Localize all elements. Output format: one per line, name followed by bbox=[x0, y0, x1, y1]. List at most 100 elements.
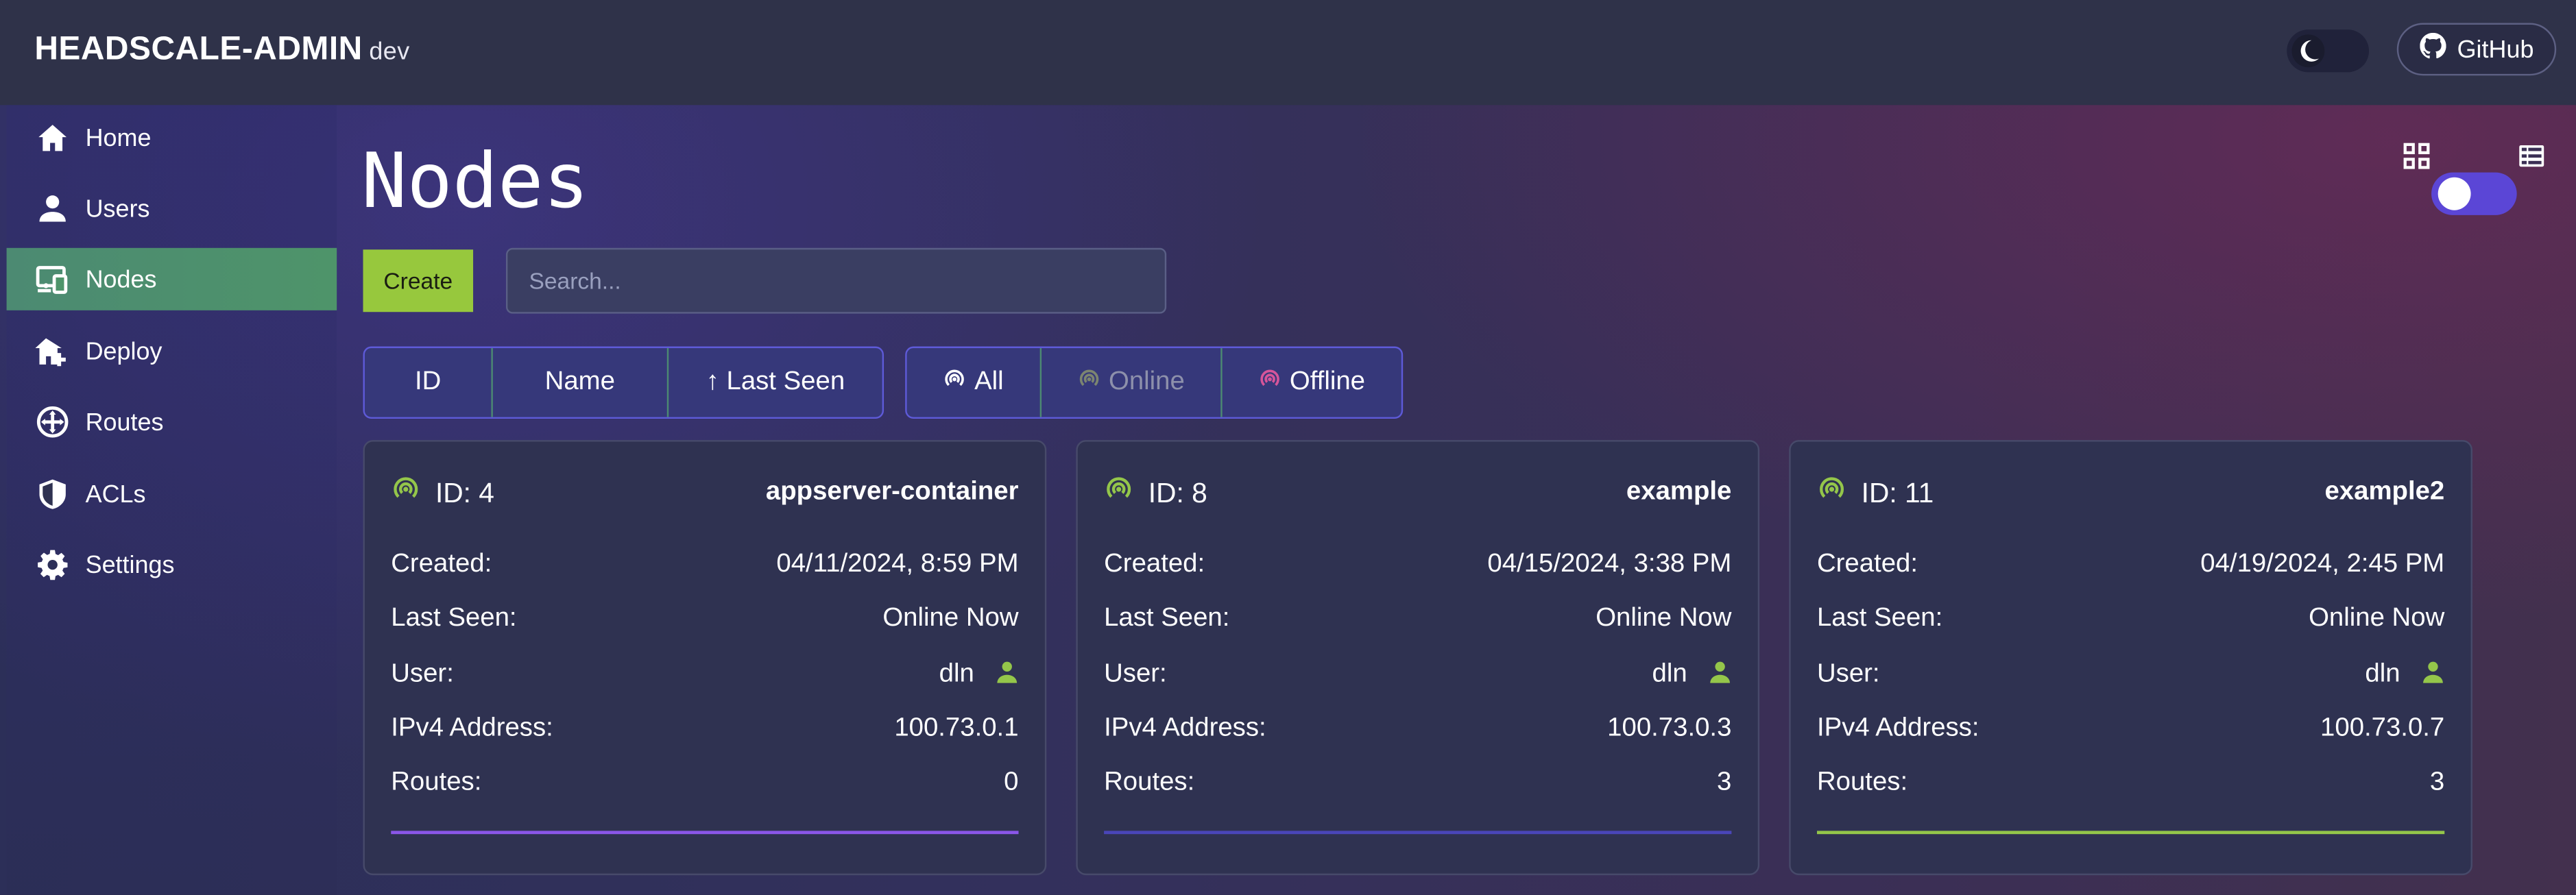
grid-view-icon[interactable] bbox=[2402, 141, 2431, 179]
ipv4-value: 100.73.0.1 bbox=[894, 714, 1019, 742]
user-icon bbox=[996, 659, 1019, 691]
user-icon bbox=[1709, 659, 1732, 691]
sidebar-item-label: Settings bbox=[85, 550, 175, 579]
row-key: User: bbox=[391, 660, 454, 688]
row-key: IPv4 Address: bbox=[1104, 714, 1266, 742]
sidebar-item-users[interactable]: Users bbox=[7, 177, 337, 240]
view-mode-toggle[interactable] bbox=[2431, 172, 2517, 215]
row-key: Last Seen: bbox=[1104, 604, 1230, 633]
broadcast-icon bbox=[943, 367, 967, 399]
row-key: Routes: bbox=[1816, 768, 1908, 797]
deploy-icon bbox=[34, 333, 71, 369]
sidebar-item-label: Deploy bbox=[85, 337, 162, 366]
row-key: Last Seen: bbox=[1816, 604, 1943, 633]
node-card[interactable]: ID: 11 example2 Created: 04/19/2024, 2:45… bbox=[1789, 440, 2472, 876]
row-key: Routes: bbox=[391, 768, 482, 797]
ipv4-row: IPv4 Address: 100.73.0.7 bbox=[1817, 711, 2444, 747]
github-button[interactable]: GitHub bbox=[2396, 23, 2557, 76]
user-value: dln bbox=[939, 659, 1019, 691]
filter-online-button[interactable]: Online bbox=[1042, 347, 1223, 417]
user-value: dln bbox=[1652, 659, 1732, 691]
last-seen-value: Online Now bbox=[2309, 604, 2445, 633]
node-card[interactable]: ID: 4 appserver-container Created: 04/11/… bbox=[363, 440, 1047, 876]
search-input[interactable]: Search... bbox=[505, 247, 1167, 314]
filter-all-button[interactable]: All bbox=[907, 347, 1042, 417]
sidebar-item-label: Users bbox=[85, 194, 150, 223]
sidebar-item-label: ACLs bbox=[85, 480, 146, 508]
row-key: Created: bbox=[1104, 550, 1205, 578]
sort-button-group: ID Name ↑ Last Seen bbox=[363, 346, 884, 419]
app-title: HEADSCALE-ADMIN bbox=[34, 31, 363, 68]
github-label: GitHub bbox=[2457, 35, 2534, 64]
list-view-icon[interactable] bbox=[2517, 141, 2547, 179]
sidebar-item-acls[interactable]: ACLs bbox=[7, 463, 337, 526]
user-value: dln bbox=[2365, 659, 2444, 691]
app-tag: dev bbox=[369, 38, 410, 66]
routes-row: Routes: 3 bbox=[1817, 765, 2444, 802]
filter-offline-button[interactable]: Offline bbox=[1223, 348, 1401, 417]
moon-icon bbox=[2291, 34, 2325, 68]
toggle-knob bbox=[2437, 177, 2471, 210]
node-id: ID: 4 bbox=[391, 474, 494, 512]
top-bar: HEADSCALE-ADMIN dev GitHub bbox=[0, 0, 2576, 106]
create-button[interactable]: Create bbox=[363, 249, 474, 312]
routes-value: 0 bbox=[1004, 768, 1019, 797]
sort-by-last-seen-button[interactable]: ↑ Last Seen bbox=[669, 348, 882, 417]
row-key: User: bbox=[1104, 660, 1167, 688]
last-seen-value: Online Now bbox=[1596, 604, 1732, 633]
row-key: Routes: bbox=[1104, 768, 1195, 797]
created-row: Created: 04/15/2024, 3:38 PM bbox=[1104, 547, 1731, 583]
created-row: Created: 04/19/2024, 2:45 PM bbox=[1817, 547, 2444, 583]
sort-by-name-button[interactable]: Name bbox=[493, 347, 669, 417]
online-status-icon bbox=[391, 474, 420, 512]
theme-toggle[interactable] bbox=[2287, 29, 2370, 73]
shield-icon bbox=[34, 476, 71, 513]
sidebar-item-nodes[interactable]: Nodes bbox=[6, 247, 337, 310]
filter-all-label: All bbox=[974, 367, 1004, 396]
last-seen-row: Last Seen: Online Now bbox=[1817, 601, 2444, 637]
card-accent-bar bbox=[1816, 831, 2445, 835]
broadcast-icon bbox=[1077, 367, 1100, 399]
node-card[interactable]: ID: 8 example Created: 04/15/2024, 3:38 P… bbox=[1076, 440, 1760, 876]
card-accent-bar bbox=[1104, 831, 1732, 835]
user-name: dln bbox=[2365, 660, 2400, 688]
row-key: Created: bbox=[391, 550, 492, 578]
user-row: User: dln bbox=[1104, 657, 1731, 693]
ipv4-row: IPv4 Address: 100.73.0.3 bbox=[1104, 711, 1731, 747]
user-row: User: dln bbox=[1817, 657, 2444, 693]
gear-icon bbox=[34, 547, 71, 583]
created-value: 04/19/2024, 2:45 PM bbox=[2200, 550, 2445, 578]
routes-value: 3 bbox=[2429, 768, 2445, 797]
sidebar-item-settings[interactable]: Settings bbox=[7, 534, 337, 596]
created-row: Created: 04/11/2024, 8:59 PM bbox=[391, 547, 1018, 583]
user-name: dln bbox=[1652, 660, 1687, 688]
home-icon bbox=[34, 120, 71, 156]
sidebar-item-label: Routes bbox=[85, 408, 164, 437]
filter-online-label: Online bbox=[1109, 367, 1185, 396]
routes-icon bbox=[34, 404, 71, 440]
ipv4-row: IPv4 Address: 100.73.0.1 bbox=[391, 711, 1018, 747]
last-seen-value: Online Now bbox=[882, 604, 1019, 633]
ipv4-value: 100.73.0.3 bbox=[1607, 714, 1732, 742]
github-icon bbox=[2419, 32, 2446, 66]
row-key: IPv4 Address: bbox=[391, 714, 553, 742]
node-id-label: ID: 8 bbox=[1148, 477, 1207, 508]
sidebar-item-routes[interactable]: Routes bbox=[7, 391, 337, 453]
brand[interactable]: HEADSCALE-ADMIN dev bbox=[34, 32, 409, 69]
ipv4-value: 100.73.0.7 bbox=[2320, 714, 2445, 742]
user-icon bbox=[34, 191, 71, 227]
routes-value: 3 bbox=[1717, 768, 1732, 797]
sort-last-seen-label: ↑ Last Seen bbox=[706, 367, 845, 396]
row-key: User: bbox=[1816, 660, 1880, 688]
sidebar-item-deploy[interactable]: Deploy bbox=[7, 320, 337, 382]
sort-by-id-button[interactable]: ID bbox=[365, 347, 493, 417]
routes-row: Routes: 3 bbox=[1104, 765, 1731, 802]
online-status-icon bbox=[1104, 474, 1133, 512]
user-name: dln bbox=[939, 660, 974, 688]
user-row: User: dln bbox=[391, 657, 1018, 693]
sidebar-item-home[interactable]: Home bbox=[7, 107, 337, 169]
user-icon bbox=[2422, 659, 2445, 691]
online-status-icon bbox=[1817, 474, 1846, 512]
app-root: HEADSCALE-ADMIN dev GitHub Home Users No… bbox=[0, 0, 2576, 895]
sidebar-item-label: Home bbox=[85, 123, 152, 152]
